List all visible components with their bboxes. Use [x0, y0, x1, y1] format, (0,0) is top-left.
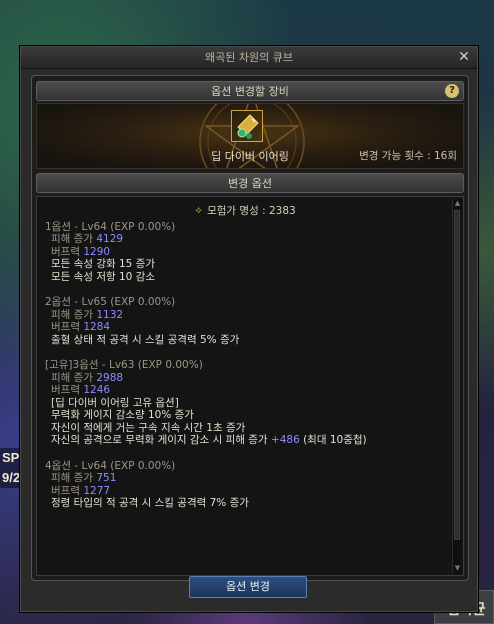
renown-text: 모험가 명성 : 2383: [207, 205, 296, 217]
option-line-text: 출혈 상태 적 공격 시 스킬 공격력 5% 증가: [51, 333, 240, 346]
options-list[interactable]: ✧ 모험가 명성 : 2383 1옵션 - Lv64 (EXP 0.00%) 피해 …: [36, 196, 464, 576]
option-line: 자신의 공격으로 무력화 게이지 감소 시 피해 증가 +486 (최대 10중…: [45, 434, 445, 447]
option-line-value: 4129: [96, 233, 124, 245]
option-line-text: 피해 증가: [51, 472, 97, 484]
option-line-value: 1277: [83, 484, 111, 497]
equip-section-title: 옵션 변경할 장비: [211, 85, 289, 98]
option-block: 2옵션 - Lv65 (EXP 0.00%) 피해 증가 1132 버프력 1284…: [45, 296, 445, 346]
equip-section-header: 옵션 변경할 장비 ?: [36, 81, 464, 101]
option-line: 피해 증가 2988: [45, 372, 445, 385]
cube-window: 왜곡된 차원의 큐브 ✕ 옵션 변경할 장비 ? 딥 다이버 이어링 변경 가능…: [20, 46, 478, 612]
option-line: [딥 다이버 이어링 고유 옵션]: [45, 397, 445, 410]
scroll-down-icon[interactable]: ▼: [453, 564, 462, 573]
option-line-text: 버프력: [51, 321, 84, 333]
option-line: 버프력 1277: [45, 485, 445, 498]
option-line-value: 1246: [83, 384, 111, 396]
scroll-thumb[interactable]: [454, 210, 460, 540]
option-line-value: 1132: [96, 308, 124, 321]
options-section-header: 변경 옵션: [36, 173, 464, 193]
option-block: 1옵션 - Lv64 (EXP 0.00%) 피해 증가 4129 버프력 1290…: [45, 221, 445, 284]
equip-slot-area: 딥 다이버 이어링 변경 가능 횟수 : 16회: [36, 103, 464, 169]
option-line: 모든 속성 저항 10 감소: [45, 271, 445, 284]
earring-item-slot[interactable]: [231, 110, 263, 142]
main-panel: 옵션 변경할 장비 ? 딥 다이버 이어링 변경 가능 횟수 : 16회 변경 …: [31, 75, 469, 581]
option-line-text: 버프력: [51, 484, 84, 497]
window-title: 왜곡된 차원의 큐브: [205, 51, 293, 64]
option-line: 버프력 1246: [45, 384, 445, 397]
option-line: 정령 타입의 적 공격 시 스킬 공격력 7% 증가: [45, 497, 445, 510]
option-line-suffix: (최대 10중첩): [299, 434, 367, 446]
option-line-text: 자신의 공격으로 무력화 게이지 감소 시 피해 증가: [51, 434, 271, 446]
option-block: 4옵션 - Lv64 (EXP 0.00%) 피해 증가 751 버프력 1277 정…: [45, 460, 445, 510]
close-button[interactable]: ✕: [456, 49, 472, 65]
option-line: 자신이 적에게 거는 구속 지속 시간 1초 증가: [45, 422, 445, 435]
option-line-text: 피해 증가: [51, 308, 97, 321]
apply-option-change-button[interactable]: 옵션 변경: [189, 576, 307, 598]
option-line-text: 버프력: [51, 384, 84, 396]
option-line-text: 모든 속성 강화 15 증가: [51, 258, 155, 270]
option-title: 4옵션 - Lv64 (EXP 0.00%): [45, 459, 176, 472]
option-title: 1옵션 - Lv64 (EXP 0.00%): [45, 220, 176, 233]
option-line: 피해 증가 751: [45, 472, 445, 485]
option-line-value: 2988: [96, 371, 124, 384]
option-title: [고유]3옵션 - Lv63 (EXP 0.00%): [45, 359, 203, 371]
renown-row: ✧ 모험가 명성 : 2383: [45, 205, 445, 218]
option-line: 모든 속성 강화 15 증가: [45, 258, 445, 271]
option-blocks: 1옵션 - Lv64 (EXP 0.00%) 피해 증가 4129 버프력 1290…: [45, 221, 445, 510]
option-line-value: +486: [270, 434, 300, 446]
option-line-value: 1284: [83, 321, 111, 333]
option-line: 피해 증가 4129: [45, 233, 445, 246]
option-block: [고유]3옵션 - Lv63 (EXP 0.00%) 피해 증가 2988 버프력 …: [45, 359, 445, 447]
option-line-text: 버프력: [51, 245, 84, 258]
options-scrollbar[interactable]: ▲ ▼: [452, 199, 461, 573]
option-line-text: 자신이 적에게 거는 구속 지속 시간 1초 증가: [51, 421, 246, 434]
option-title: 2옵션 - Lv65 (EXP 0.00%): [45, 296, 176, 308]
option-line-text: 모든 속성 저항 10 감소: [51, 270, 155, 283]
option-line-text: 피해 증가: [51, 233, 97, 245]
renown-icon: ✧: [194, 205, 204, 217]
option-line: 버프력 1290: [45, 246, 445, 259]
earring-icon: [237, 114, 259, 139]
window-titlebar[interactable]: 왜곡된 차원의 큐브 ✕: [21, 47, 477, 69]
option-line-value: 751: [96, 472, 117, 484]
option-line-text: 무력화 게이지 감소량 10% 증가: [51, 409, 194, 421]
options-section-title: 변경 옵션: [228, 177, 272, 190]
option-line: 피해 증가 1132: [45, 309, 445, 322]
close-icon: ✕: [458, 49, 470, 65]
option-line-text: 피해 증가: [51, 371, 97, 384]
option-line-text: 정령 타입의 적 공격 시 스킬 공격력 7% 증가: [51, 497, 249, 509]
option-line-value: 1290: [83, 245, 111, 258]
option-line-text: [딥 다이버 이어링 고유 옵션]: [51, 396, 179, 409]
option-line: 버프력 1284: [45, 321, 445, 334]
option-line: 출혈 상태 적 공격 시 스킬 공격력 5% 증가: [45, 334, 445, 347]
scroll-up-icon[interactable]: ▲: [453, 199, 462, 208]
change-count: 변경 가능 횟수 : 16회: [359, 150, 457, 162]
help-icon[interactable]: ?: [445, 84, 459, 98]
option-line: 무력화 게이지 감소량 10% 증가: [45, 409, 445, 422]
